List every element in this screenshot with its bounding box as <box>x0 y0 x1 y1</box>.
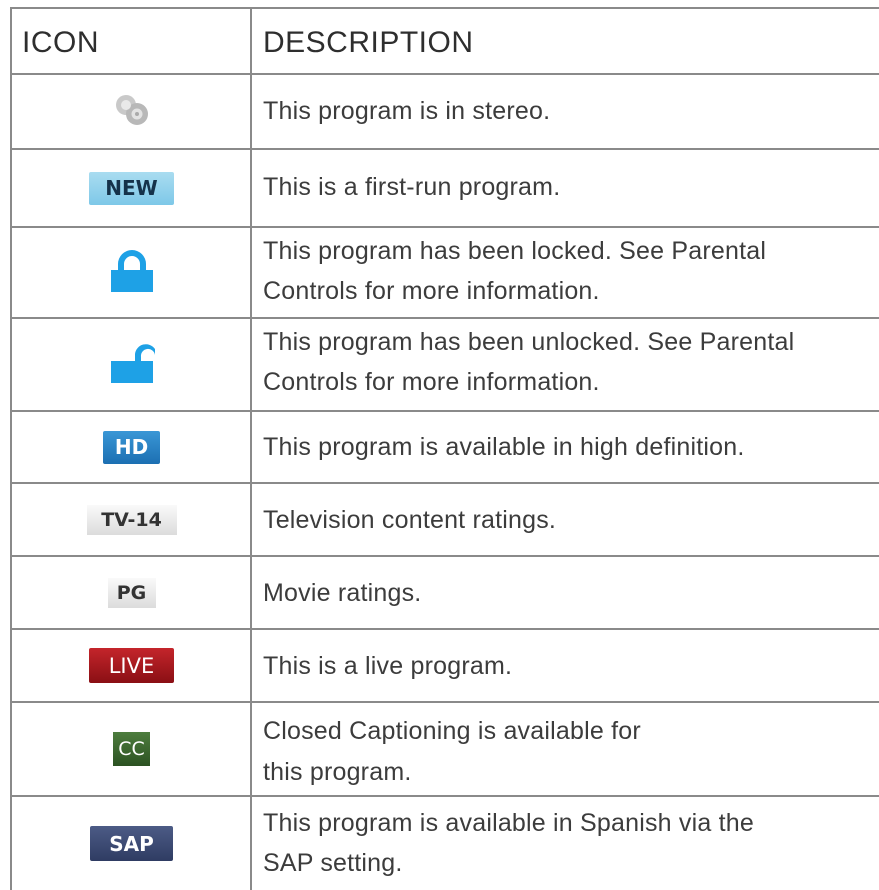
description-text: this program. <box>263 758 412 786</box>
stereo-icon <box>112 89 152 134</box>
icon-cell <box>12 319 251 410</box>
icon-cell: PG <box>12 557 251 628</box>
icon-cell: TV-14 <box>12 484 251 555</box>
icon-description-table: ICON DESCRIPTION This program is in ster… <box>10 7 879 890</box>
description-text: SAP setting. <box>263 849 403 877</box>
icon-cell: HD <box>12 412 251 482</box>
lock-closed-icon <box>109 248 155 297</box>
description-text: This is a first-run program. <box>263 173 561 201</box>
new-badge: NEW <box>89 171 174 205</box>
icon-cell: LIVE <box>12 630 251 701</box>
cc-badge: CC <box>113 732 150 766</box>
description-text: Television content ratings. <box>263 506 557 534</box>
description-column-header: DESCRIPTION <box>263 26 474 59</box>
description-text: This program is available in Spanish via… <box>263 809 754 837</box>
description-text: This program has been unlocked. See Pare… <box>263 328 795 356</box>
icon-cell <box>12 228 251 317</box>
description-text: Controls for more information. <box>263 368 600 396</box>
pg-badge: PG <box>107 577 156 608</box>
description-text: This program is in stereo. <box>263 97 551 125</box>
description-text: Movie ratings. <box>263 579 422 607</box>
description-text: This program is available in high defini… <box>263 433 745 461</box>
live-badge: LIVE <box>89 648 174 683</box>
description-text: Closed Captioning is available for <box>263 717 641 745</box>
description-text: This program has been locked. See Parent… <box>263 237 767 265</box>
lock-open-icon <box>109 341 155 388</box>
tv14-badge: TV-14 <box>86 504 177 535</box>
table-border-top <box>10 7 879 9</box>
hd-badge: HD <box>103 430 160 464</box>
icon-cell: CC <box>12 703 251 795</box>
icon-cell: NEW <box>12 150 251 226</box>
icon-cell: SAP <box>12 797 251 890</box>
description-text: Controls for more information. <box>263 277 600 305</box>
description-text: This is a live program. <box>263 652 513 680</box>
icon-cell <box>12 75 251 148</box>
sap-badge: SAP <box>90 826 173 861</box>
icon-column-header: ICON <box>22 26 99 59</box>
